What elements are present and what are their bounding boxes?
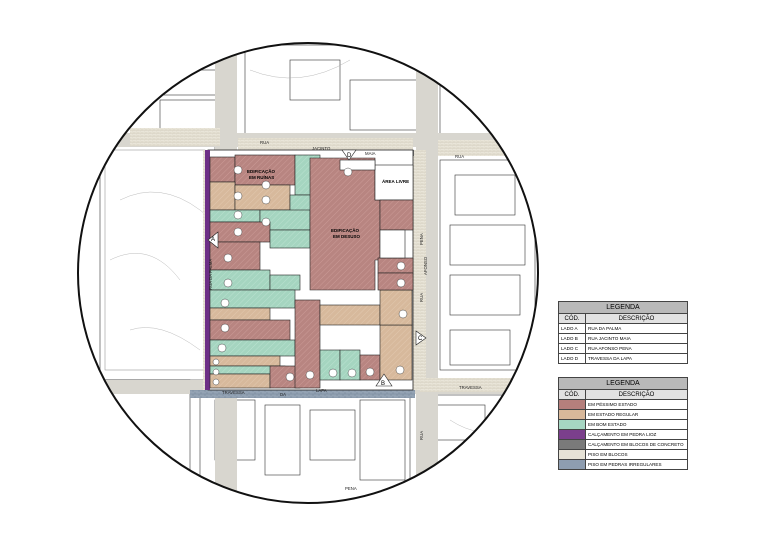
legend-desc: RUA JACINTO MAIA <box>585 333 688 344</box>
legend-desc: CALÇAMENTO EM PEDRA LIOZ <box>585 429 688 440</box>
legend-code: LADO A <box>558 323 586 334</box>
legend-desc: EM BOM ESTADO <box>585 419 688 430</box>
legend-desc: TRAVESSA DA LAPA <box>585 353 688 364</box>
area-ruinas-line2: EM RUÍNAS <box>249 173 274 180</box>
swatch-pessimo <box>558 399 586 410</box>
marker-a: A <box>211 237 215 243</box>
legend-row: LADO D TRAVESSA DA LAPA <box>558 353 688 364</box>
legend-row: CALÇAMENTO EM PEDRA LIOZ <box>558 429 688 440</box>
legend-materials-title: LEGENDA <box>558 377 688 390</box>
legend-row: PISO EM BLOCOS <box>558 449 688 460</box>
street-maia: MAIA <box>365 151 376 156</box>
area-desuso-line1: EDIFICAÇÃO <box>331 227 359 233</box>
legend-sides-col-desc: DESCRIÇÃO <box>585 313 688 324</box>
legend-sides-title: LEGENDA <box>558 301 688 314</box>
area-livre: ÁREA LIVRE <box>382 178 409 184</box>
legend-sides: LEGENDA CÓD. DESCRIÇÃO LADO A RUA DA PALM… <box>558 301 688 364</box>
legend-desc: RUA DA PALMA <box>585 323 688 334</box>
legend-desc: EM PÉSSIMO ESTADO <box>585 399 688 410</box>
area-desuso-line2: EM DESUSO <box>333 234 361 239</box>
legend-row: CALÇAMENTO EM BLOCOS DE CONCRETO <box>558 439 688 450</box>
swatch-bom <box>558 419 586 430</box>
legend-sides-col-code: CÓD. <box>558 313 586 324</box>
legend-row: EM BOM ESTADO <box>558 419 688 430</box>
legend-desc: PISO EM BLOCOS <box>585 449 688 460</box>
legend-desc: RUA AFONSO PENA <box>585 343 688 354</box>
street-da: DA <box>280 392 286 397</box>
legend-desc: CALÇAMENTO EM BLOCOS DE CONCRETO <box>585 439 688 450</box>
legend-row: EM ESTADO REGULAR <box>558 409 688 420</box>
street-rua-top-left: RUA <box>260 140 269 145</box>
marker-d: D <box>347 153 352 159</box>
street-travessa-left: TRAVESSA <box>222 390 245 395</box>
street-pena-bottom: PENA <box>345 486 357 491</box>
swatch-pedras-irregulares <box>558 459 586 470</box>
swatch-pedra-lioz <box>558 429 586 440</box>
street-rua-top-right: RUA <box>455 154 464 159</box>
legend-row: PISO EM PEDRAS IRREGULARES <box>558 459 688 470</box>
street-rua-da-palma: RUA DA PALMA <box>208 259 213 290</box>
street-travessa-right: TRAVESSA <box>459 385 482 390</box>
street-jacinto: JACINTO <box>312 146 331 151</box>
area-ruinas-line1: EDIFICAÇÃO <box>247 168 275 174</box>
swatch-blocos-concreto <box>558 439 586 450</box>
legend-materials-col-desc: DESCRIÇÃO <box>585 389 688 400</box>
swatch-piso-blocos <box>558 449 586 460</box>
swatch-regular <box>558 409 586 420</box>
legend-code: LADO C <box>558 343 586 354</box>
legend-materials-col-code: CÓD. <box>558 389 586 400</box>
legend-materials: LEGENDA CÓD. DESCRIÇÃO EM PÉSSIMO ESTADO… <box>558 377 688 470</box>
street-lapa: LAPA <box>316 388 327 393</box>
legend-code: LADO B <box>558 333 586 344</box>
legend-row: EM PÉSSIMO ESTADO <box>558 399 688 410</box>
street-afonso: AFONSO <box>423 256 428 275</box>
street-pena: PENA <box>419 233 424 245</box>
legend-row: LADO A RUA DA PALMA <box>558 323 688 334</box>
legend-row: LADO B RUA JACINTO MAIA <box>558 333 688 344</box>
legend-desc: PISO EM PEDRAS IRREGULARES <box>585 459 688 470</box>
legend-row: LADO C RUA AFONSO PENA <box>558 343 688 354</box>
marker-b: B <box>381 381 385 387</box>
marker-c: C <box>418 336 423 342</box>
legend-code: LADO D <box>558 353 586 364</box>
legend-desc: EM ESTADO REGULAR <box>585 409 688 420</box>
street-rua-right: RUA <box>419 293 424 302</box>
street-rua-bottom: RUA <box>419 431 424 440</box>
